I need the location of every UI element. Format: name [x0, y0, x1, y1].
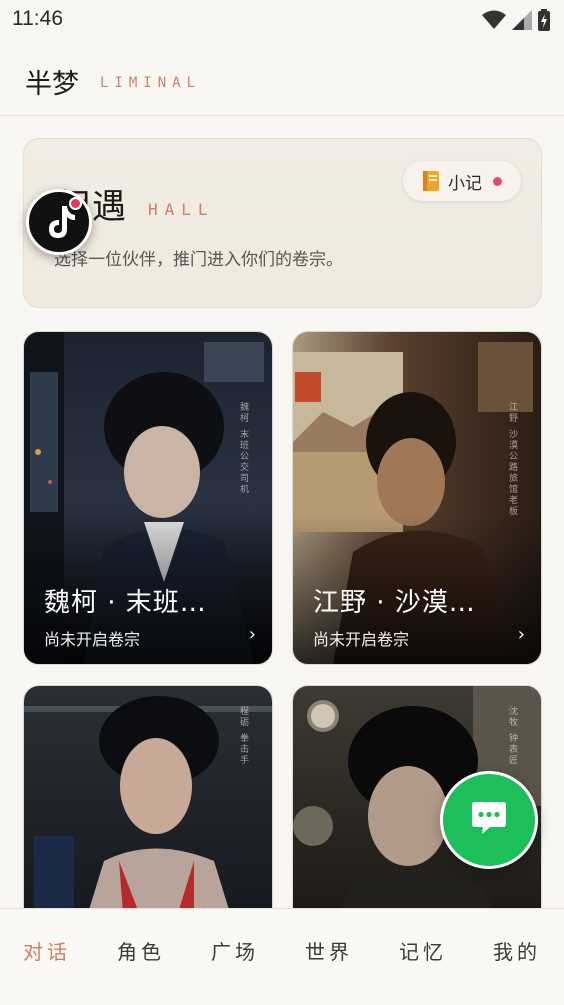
- notebook-icon: [423, 171, 439, 191]
- signal-icon: [512, 10, 532, 30]
- card-side-text: 程砺 拳击手: [238, 706, 248, 766]
- tab-characters[interactable]: 角色: [101, 936, 181, 965]
- app-header: 半梦 LIMINAL: [0, 40, 564, 116]
- notification-dot: [69, 197, 82, 210]
- wifi-icon: [482, 10, 506, 29]
- character-card[interactable]: 程砺 拳击手: [23, 685, 273, 927]
- chevron-right-icon: ›: [248, 624, 256, 645]
- card-title: 魏柯 · 末班…: [44, 588, 207, 618]
- card-title: 江野 · 沙漠…: [313, 588, 476, 618]
- character-card[interactable]: 魏柯 末班公交司机 魏柯 · 末班… 尚未开启卷宗 ›: [23, 331, 273, 665]
- card-side-text: 沈牧 钟表匠: [507, 706, 517, 766]
- tab-square[interactable]: 广场: [195, 936, 275, 965]
- tab-world[interactable]: 世界: [289, 936, 369, 965]
- note-button[interactable]: 小记: [403, 161, 521, 201]
- notification-dot: [493, 176, 502, 186]
- hall-title-en: HALL: [148, 200, 215, 219]
- tab-memory[interactable]: 记忆: [383, 936, 463, 965]
- status-icons: [482, 9, 550, 31]
- tab-me[interactable]: 我的: [477, 936, 557, 965]
- card-side-text: 魏柯 末班公交司机: [238, 402, 248, 495]
- hall-description: 选择一位伙伴，推门进入你们的卷宗。: [54, 250, 343, 270]
- battery-icon: [538, 9, 550, 31]
- tiktok-float-button[interactable]: [26, 189, 92, 255]
- hall-card: 相遇 HALL 选择一位伙伴，推门进入你们的卷宗。 小记: [23, 138, 542, 308]
- chat-fab-button[interactable]: [440, 771, 538, 869]
- chat-bubble-icon: [472, 802, 506, 834]
- character-card[interactable]: 江野 沙漠公路旅馆老板 江野 · 沙漠… 尚未开启卷宗 ›: [292, 331, 542, 665]
- character-portrait: [24, 686, 272, 926]
- card-status: 尚未开启卷宗: [313, 630, 410, 649]
- note-button-label: 小记: [448, 173, 482, 194]
- card-side-text: 江野 沙漠公路旅馆老板: [507, 402, 517, 517]
- tab-chat[interactable]: 对话: [7, 936, 87, 965]
- app-subtitle: LIMINAL: [100, 75, 202, 91]
- status-bar: 11:46: [0, 0, 564, 40]
- bottom-nav: 对话 角色 广场 世界 记忆 我的: [0, 908, 564, 1005]
- card-status: 尚未开启卷宗: [44, 630, 141, 649]
- chevron-right-icon: ›: [517, 624, 525, 645]
- app-name: 半梦: [25, 69, 79, 100]
- status-time: 11:46: [12, 7, 63, 30]
